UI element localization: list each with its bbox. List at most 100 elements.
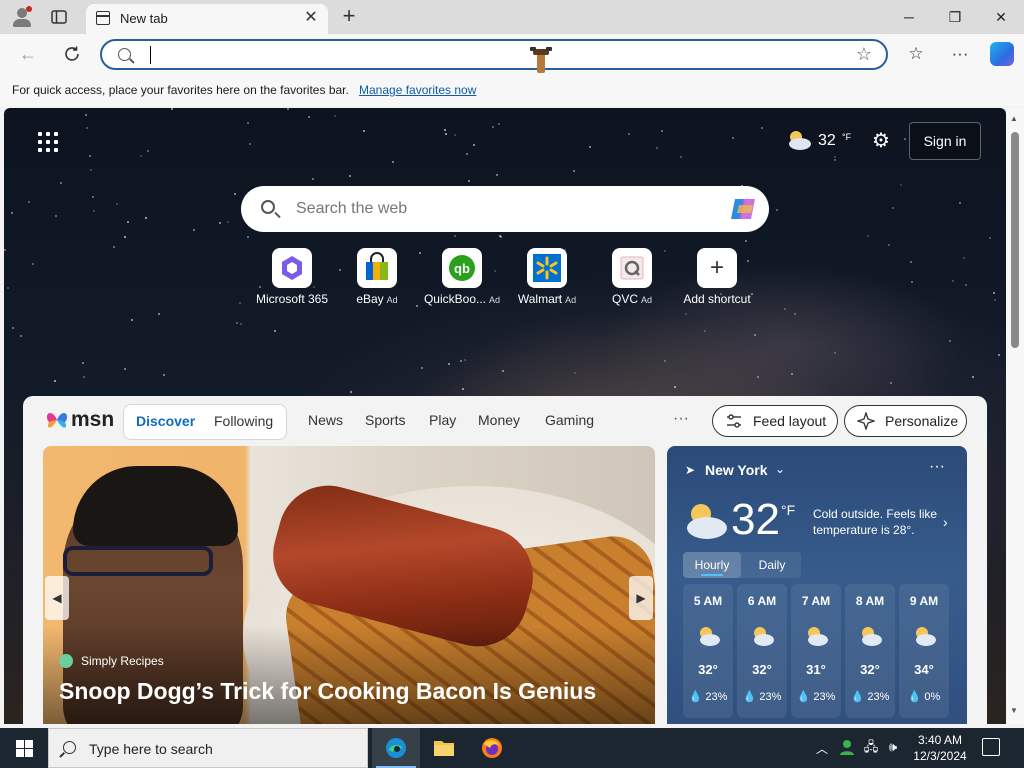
forecast-temp: 32° <box>860 662 880 677</box>
web-search-box[interactable]: Search the web <box>241 186 769 232</box>
scroll-down-arrow-icon[interactable]: ▼ <box>1010 706 1018 715</box>
page-scrollbar[interactable]: ▲ ▼ <box>1006 108 1024 724</box>
taskbar-file-explorer[interactable] <box>420 728 468 768</box>
profile-button[interactable] <box>10 5 34 29</box>
close-window-button[interactable]: ✕ <box>978 0 1024 34</box>
background-star <box>239 302 241 304</box>
favorites-bar-message: For quick access, place your favorites h… <box>12 83 349 97</box>
background-star <box>113 246 115 248</box>
notification-center-icon[interactable] <box>982 738 1000 756</box>
shortcut-walmart[interactable]: Walmart Ad <box>502 248 592 312</box>
background-star <box>147 150 149 152</box>
background-star <box>462 388 464 390</box>
background-star <box>448 363 450 365</box>
taskbar-search-box[interactable]: Type here to search <box>48 728 368 768</box>
shortcut-qvc[interactable]: QVC Ad <box>587 248 677 312</box>
weather-more-button[interactable]: ··· <box>929 458 945 476</box>
favorite-star-icon[interactable]: ☆ <box>856 44 872 65</box>
hourly-forecast-item[interactable]: 5 AM 32° 💧 23% <box>683 584 733 718</box>
shortcut-ebay[interactable]: eBay Ad <box>332 248 422 312</box>
background-star <box>11 212 13 214</box>
manage-favorites-link[interactable]: Manage favorites now <box>359 83 476 97</box>
background-star <box>93 210 95 212</box>
edge-icon <box>386 738 406 758</box>
background-star <box>834 352 836 354</box>
minimize-button[interactable]: ─ <box>886 0 932 34</box>
copilot-search-icon[interactable] <box>729 195 759 223</box>
nav-money[interactable]: Money <box>478 412 520 428</box>
user-status-icon[interactable] <box>838 738 856 756</box>
ad-badge: Ad <box>386 295 398 305</box>
scroll-up-arrow-icon[interactable]: ▲ <box>1010 114 1018 123</box>
copilot-icon[interactable] <box>990 42 1014 66</box>
taskbar-firefox[interactable] <box>468 728 516 768</box>
nav-gaming[interactable]: Gaming <box>545 412 594 428</box>
walmart-icon <box>533 254 561 282</box>
page-settings-gear-icon[interactable]: ⚙ <box>870 130 892 152</box>
close-tab-icon[interactable]: ✕ <box>302 9 320 27</box>
tab-hourly[interactable]: Hourly <box>683 552 741 578</box>
chevron-right-icon[interactable]: › <box>943 514 948 530</box>
background-star <box>680 156 682 158</box>
nav-news[interactable]: News <box>308 412 343 428</box>
network-icon[interactable]: 🖧 <box>862 738 880 756</box>
partly-cloudy-icon <box>700 627 720 646</box>
address-bar[interactable]: ☆ <box>100 39 888 70</box>
feed-layout-label: Feed layout <box>753 413 827 429</box>
restore-button[interactable]: ❐ <box>932 0 978 34</box>
back-button[interactable]: ← <box>16 42 40 66</box>
hourly-forecast-item[interactable]: 8 AM 32° 💧 23% <box>845 584 895 718</box>
background-star <box>28 201 30 203</box>
msn-logo[interactable]: msn <box>45 404 115 436</box>
feed-more-button[interactable]: ··· <box>673 410 689 428</box>
clock-time: 3:40 AM <box>917 733 963 747</box>
weather-location[interactable]: New York <box>705 462 768 478</box>
nav-play[interactable]: Play <box>429 412 456 428</box>
shortcut-name: QVC <box>611 292 638 306</box>
hourly-forecast-item[interactable]: 7 AM 31° 💧 23% <box>791 584 841 718</box>
article-headline[interactable]: Snoop Dogg’s Trick for Cooking Bacon Is … <box>59 678 596 705</box>
add-shortcut-button[interactable]: + Add shortcut <box>672 248 762 312</box>
hourly-forecast-item[interactable]: 6 AM 32° 💧 23% <box>737 584 787 718</box>
forecast-time: 6 AM <box>747 594 777 608</box>
sign-in-button[interactable]: Sign in <box>909 122 981 160</box>
tab-new-tab[interactable]: New tab ✕ <box>86 4 328 34</box>
volume-icon[interactable]: 🕪 <box>884 738 902 756</box>
new-tab-button[interactable]: + <box>338 5 360 27</box>
shortcut-quickbooks[interactable]: qb QuickBoo... Ad <box>417 248 507 312</box>
background-star <box>468 180 470 182</box>
refresh-button[interactable] <box>60 42 84 66</box>
start-button[interactable] <box>0 728 48 768</box>
tab-daily[interactable]: Daily <box>743 552 801 578</box>
personalize-button[interactable]: Personalize <box>844 405 967 437</box>
background-star <box>685 313 687 315</box>
app-launcher-icon[interactable] <box>38 132 58 152</box>
hero-article-card[interactable]: Simply Recipes Snoop Dogg’s Trick for Co… <box>43 446 655 724</box>
background-star <box>86 127 88 129</box>
weather-card[interactable]: ➤ New York ⌄ ··· 32 °F Cold outside. Fee… <box>667 446 967 724</box>
feed-tabs: Discover Following <box>123 404 287 440</box>
feed-layout-button[interactable]: Feed layout <box>712 405 838 437</box>
forecast-temp: 32° <box>698 662 718 677</box>
background-star <box>704 330 706 332</box>
weather-temp: 32 <box>818 132 836 149</box>
tab-following[interactable]: Following <box>214 413 273 429</box>
precipitation-chance: 23% <box>705 691 728 703</box>
nav-sports[interactable]: Sports <box>365 412 405 428</box>
tab-discover[interactable]: Discover <box>136 413 195 429</box>
carousel-prev-button[interactable]: ◀ <box>45 576 69 620</box>
background-star <box>466 153 468 155</box>
chevron-down-icon[interactable]: ⌄ <box>775 462 785 476</box>
shortcut-microsoft-365[interactable]: Microsoft 365 <box>247 248 337 312</box>
tray-overflow-chevron-icon[interactable]: ︿ <box>816 740 828 757</box>
system-clock[interactable]: 3:40 AM 12/3/2024 <box>908 732 972 764</box>
carousel-next-button[interactable]: ▶ <box>629 576 653 620</box>
settings-more-icon[interactable]: ··· <box>948 42 972 66</box>
tab-actions-button[interactable] <box>50 8 68 26</box>
taskbar-edge[interactable] <box>372 728 420 768</box>
screen: New tab ✕ + ─ ❐ ✕ ← ☆ ☆ ··· For quick ac <box>0 0 1024 768</box>
favorites-icon[interactable]: ☆ <box>904 42 928 66</box>
hourly-forecast-item[interactable]: 9 AM 34° 💧 0% <box>899 584 949 718</box>
scrollbar-thumb[interactable] <box>1011 132 1019 348</box>
background-star <box>791 373 793 375</box>
